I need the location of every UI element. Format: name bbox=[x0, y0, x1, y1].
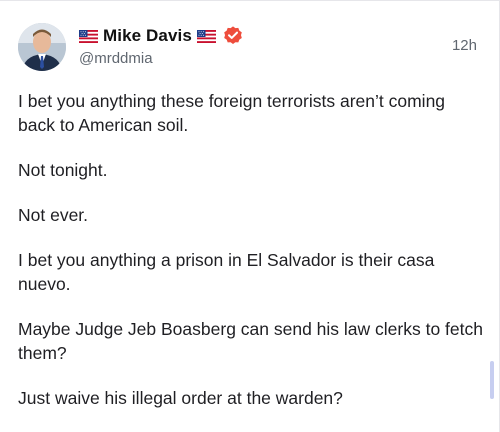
author-handle[interactable]: @mrddmia bbox=[79, 50, 244, 67]
us-flag-icon bbox=[196, 29, 216, 43]
post-paragraph: Not tonight. bbox=[18, 160, 108, 180]
post-paragraph: I bet you anything a prison in El Salvad… bbox=[18, 250, 435, 294]
verified-badge-icon bbox=[222, 25, 244, 47]
scrollbar-thumb[interactable] bbox=[490, 361, 494, 399]
post-paragraph: Maybe Judge Jeb Boasberg can send his la… bbox=[18, 319, 483, 363]
avatar[interactable] bbox=[18, 23, 66, 71]
post-paragraph: Not ever. bbox=[18, 205, 89, 225]
post-card: Mike Davis @mrddmia 12h I bet you anythi… bbox=[0, 0, 500, 432]
author-name-row: Mike Davis bbox=[79, 25, 244, 47]
post-paragraph: Just waive his illegal order at the ward… bbox=[18, 388, 343, 408]
post-header: Mike Davis @mrddmia 12h bbox=[18, 23, 481, 75]
post-body: I bet you anything these foreign terrori… bbox=[18, 89, 486, 431]
author-display-name[interactable]: Mike Davis bbox=[103, 26, 192, 46]
post-timestamp[interactable]: 12h bbox=[452, 37, 477, 54]
post-paragraph: I bet you anything these foreign terrori… bbox=[18, 91, 446, 135]
author-block: Mike Davis @mrddmia bbox=[79, 25, 244, 67]
avatar-image bbox=[18, 23, 66, 71]
us-flag-icon bbox=[79, 29, 98, 43]
